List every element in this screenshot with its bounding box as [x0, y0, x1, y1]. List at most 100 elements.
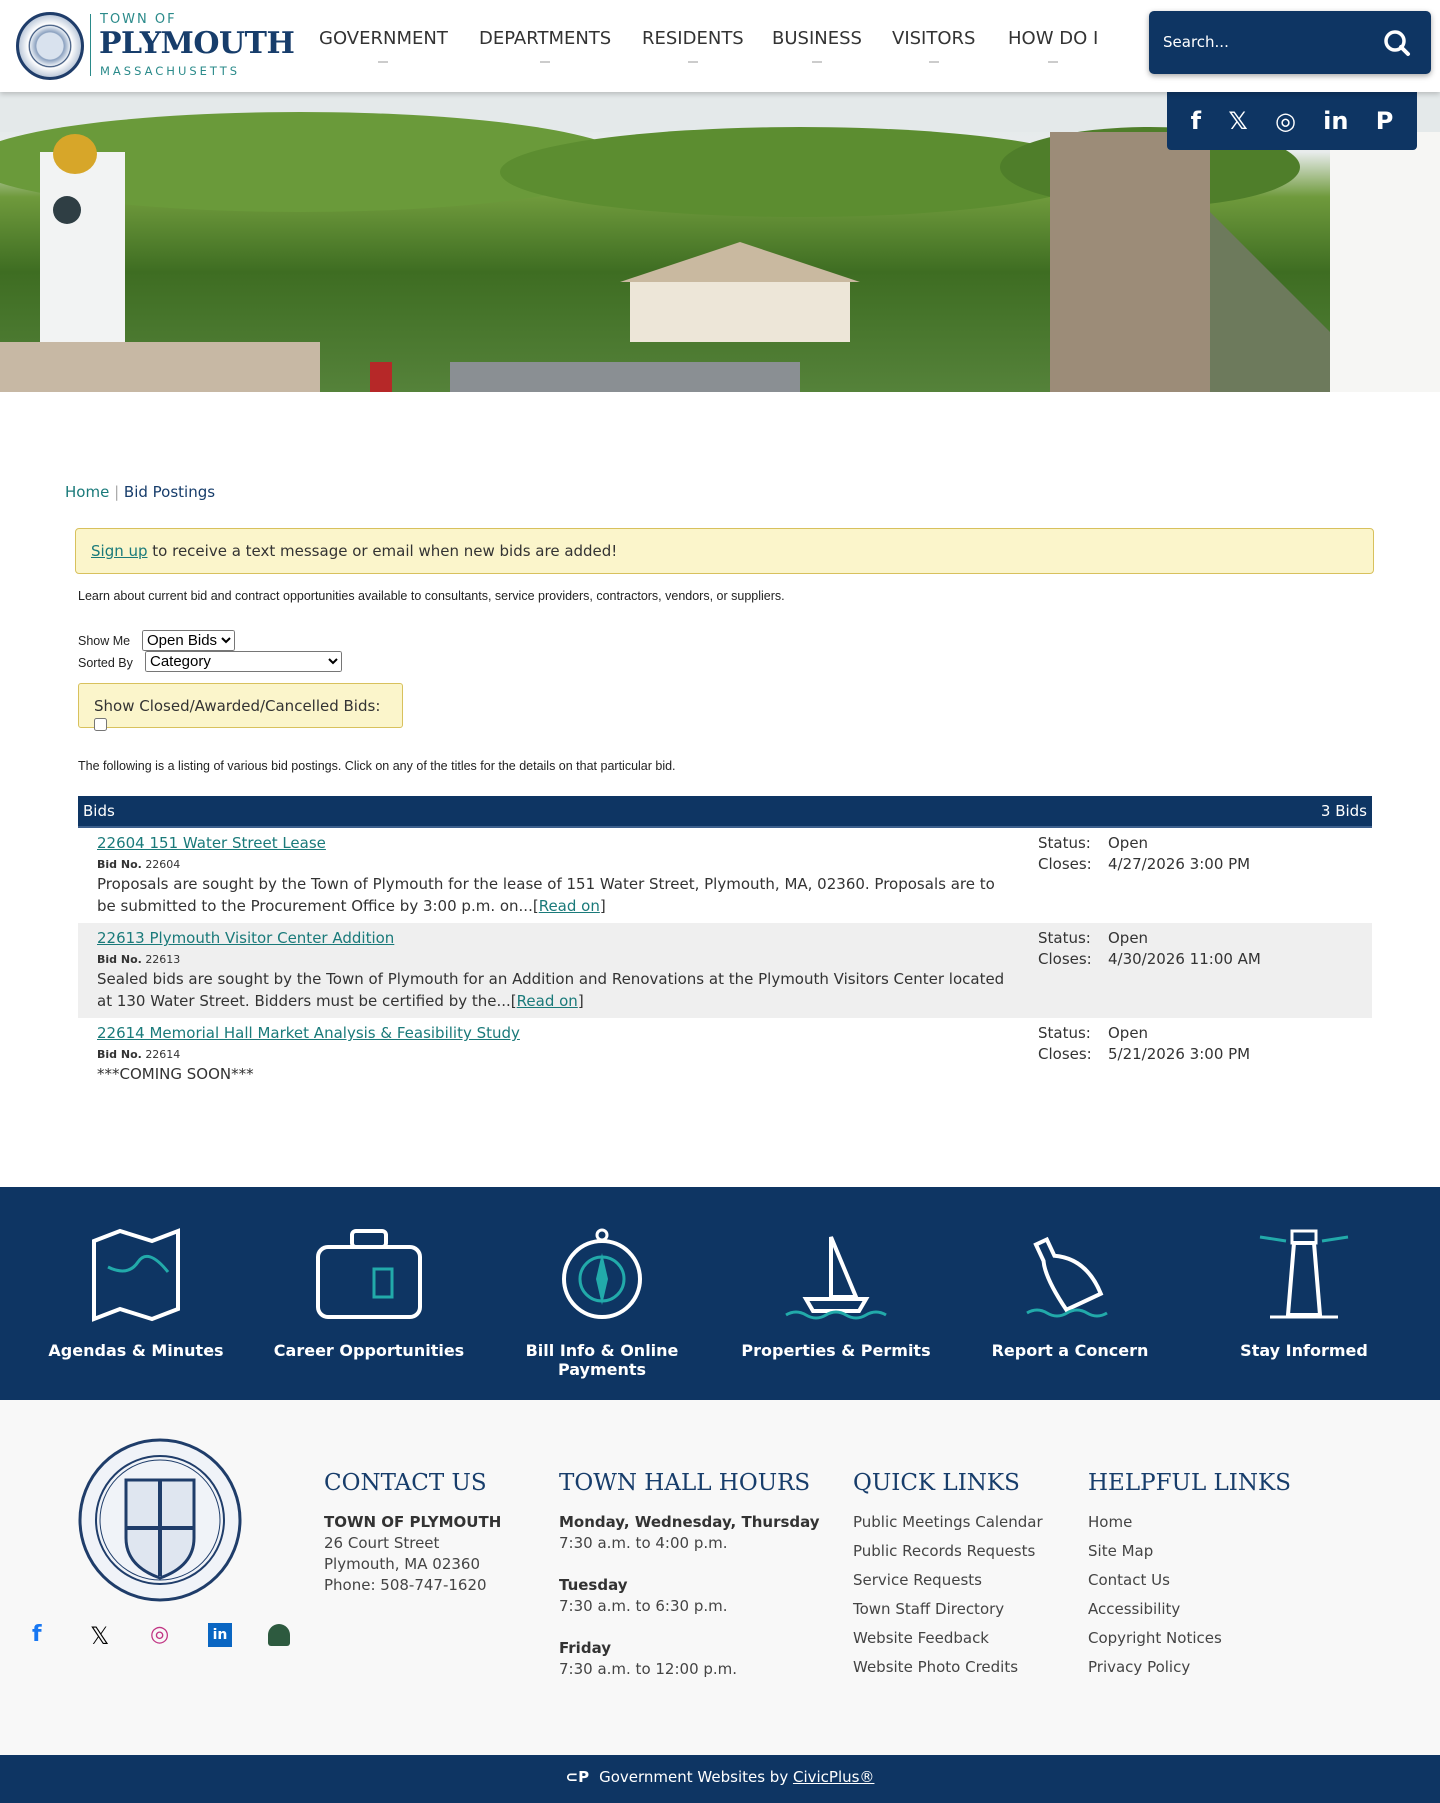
footer-plymouth-app-icon[interactable] [268, 1624, 290, 1646]
bid-title-link[interactable]: 22613 Plymouth Visitor Center Addition [97, 929, 394, 947]
footer-link[interactable]: Public Meetings Calendar [853, 1512, 1043, 1533]
contact-info: TOWN OF PLYMOUTH 26 Court Street Plymout… [324, 1512, 501, 1596]
show-closed-box: Show Closed/Awarded/Cancelled Bids: [78, 683, 403, 731]
compass-icon [562, 1228, 642, 1319]
footer-facebook-icon[interactable]: f [32, 1622, 42, 1647]
footer-link[interactable]: Site Map [1088, 1541, 1222, 1562]
footer-link[interactable]: Website Photo Credits [853, 1657, 1043, 1678]
show-me-select[interactable]: Open Bids [142, 630, 235, 651]
quick-link-careers[interactable]: Career Opportunities [254, 1227, 484, 1360]
bids-header: Bids 3 Bids [78, 796, 1372, 828]
civicplus-link[interactable]: CivicPlus® [793, 1768, 874, 1786]
site-header: TOWN OF PLYMOUTH MASSACHUSETTS GOVERNMEN… [0, 0, 1440, 92]
bid-description: ***COMING SOON*** [97, 1065, 254, 1083]
search-icon[interactable] [1383, 29, 1411, 57]
show-closed-checkbox[interactable] [94, 718, 107, 731]
footer-link[interactable]: Public Records Requests [853, 1541, 1043, 1562]
footer-link[interactable]: Accessibility [1088, 1599, 1222, 1620]
bids-heading: Bids [83, 802, 115, 820]
bid-title-link[interactable]: 22614 Memorial Hall Market Analysis & Fe… [97, 1024, 520, 1042]
message-bottle-icon [1026, 1236, 1108, 1318]
logo-plymouth[interactable]: PLYMOUTH [99, 26, 295, 61]
lighthouse-icon [1259, 1229, 1349, 1319]
footer-link[interactable]: Home [1088, 1512, 1222, 1533]
footer-linkedin-icon[interactable]: in [208, 1623, 232, 1647]
quick-link-agendas[interactable]: Agendas & Minutes [21, 1227, 251, 1360]
quick-links-list: Public Meetings Calendar Public Records … [853, 1512, 1043, 1686]
bid-row: 22614 Memorial Hall Market Analysis & Fe… [78, 1018, 1372, 1113]
contact-name: TOWN OF PLYMOUTH [324, 1513, 502, 1531]
x-twitter-icon[interactable]: 𝕏 [1228, 107, 1247, 135]
town-seal-logo[interactable] [16, 12, 84, 80]
sorted-by-label: Sorted By [78, 656, 133, 670]
footer-link[interactable]: Copyright Notices [1088, 1628, 1222, 1649]
contact-city: Plymouth, MA 02360 [324, 1555, 480, 1573]
quick-links-heading: QUICK LINKS [853, 1470, 1020, 1496]
breadcrumb: Home | Bid Postings [65, 483, 216, 501]
contact-phone: Phone: 508-747-1620 [324, 1576, 487, 1594]
read-on-link[interactable]: Read on [517, 992, 578, 1010]
bid-title-link[interactable]: 22604 151 Water Street Lease [97, 834, 326, 852]
footer-link[interactable]: Service Requests [853, 1570, 1043, 1591]
quick-link-properties[interactable]: Properties & Permits [721, 1227, 951, 1360]
logo-town-of: TOWN OF [100, 12, 177, 27]
footer-link[interactable]: Website Feedback [853, 1628, 1043, 1649]
footer-link[interactable]: Privacy Policy [1088, 1657, 1222, 1678]
show-closed-label: Show Closed/Awarded/Cancelled Bids: [94, 697, 381, 715]
helpful-links-heading: HELPFUL LINKS [1088, 1470, 1291, 1496]
quick-links-band: Agendas & Minutes Career Opportunities B… [0, 1187, 1440, 1400]
helpful-links-list: Home Site Map Contact Us Accessibility C… [1088, 1512, 1222, 1686]
breadcrumb-current: Bid Postings [123, 483, 216, 501]
hours-info: Monday, Wednesday, Thursday 7:30 a.m. to … [559, 1513, 820, 1678]
show-me-label: Show Me [78, 634, 131, 648]
search-box [1149, 11, 1431, 74]
intro-text: Learn about current bid and contract opp… [78, 589, 785, 603]
search-input[interactable] [1163, 29, 1363, 55]
bid-row: 22604 151 Water Street Lease Bid No. 226… [78, 828, 1372, 923]
nav-departments[interactable]: DEPARTMENTS [479, 28, 611, 63]
nav-label: BUSINESS [772, 28, 862, 49]
quick-link-report-concern[interactable]: Report a Concern [955, 1227, 1185, 1360]
suitcase-icon [316, 1229, 422, 1319]
quick-link-stay-informed[interactable]: Stay Informed [1189, 1227, 1419, 1360]
signup-notice: Sign up to receive a text message or ema… [75, 528, 1374, 574]
footer-link[interactable]: Contact Us [1088, 1570, 1222, 1591]
town-seal-image [78, 1438, 242, 1602]
breadcrumb-home[interactable]: Home [65, 483, 109, 501]
contact-street: 26 Court Street [324, 1534, 440, 1552]
sailboat-icon [785, 1236, 887, 1320]
signup-link[interactable]: Sign up [91, 542, 148, 560]
contact-heading: CONTACT US [324, 1470, 487, 1496]
sorted-by-select[interactable]: Category [145, 651, 342, 672]
nav-label: DEPARTMENTS [479, 28, 612, 49]
bottom-bar: ⊂P Government Websites by CivicPlus® [0, 1755, 1440, 1803]
bid-row: 22613 Plymouth Visitor Center Addition B… [78, 923, 1372, 1018]
nav-residents[interactable]: RESIDENTS [642, 28, 744, 63]
nav-business[interactable]: BUSINESS [772, 28, 862, 63]
footer-instagram-icon[interactable]: ◎ [150, 1622, 169, 1647]
logo-divider [90, 14, 91, 76]
bid-status: Status: Open Closes: 5/21/2026 3:00 PM [1038, 1024, 1251, 1063]
nav-label: HOW DO I [1008, 28, 1099, 49]
bid-status: Status: Open Closes: 4/30/2026 11:00 AM [1038, 929, 1261, 968]
nav-government[interactable]: GOVERNMENT [319, 28, 448, 63]
listing-note: The following is a listing of various bi… [78, 759, 676, 773]
footer-x-icon[interactable]: 𝕏 [90, 1622, 109, 1650]
bids-count: 3 Bids [1320, 802, 1367, 820]
plymouth-p-icon[interactable]: P [1376, 107, 1394, 135]
quick-link-bill-pay[interactable]: Bill Info & Online Payments [487, 1227, 717, 1379]
header-social-bar: f 𝕏 ◎ in P [1167, 92, 1417, 150]
nav-label: GOVERNMENT [319, 28, 448, 49]
civicplus-icon: ⊂P [565, 1768, 590, 1786]
bid-description: Sealed bids are sought by the Town of Pl… [97, 970, 1005, 1010]
signup-text: to receive a text message or email when … [147, 542, 618, 560]
instagram-icon[interactable]: ◎ [1275, 107, 1296, 135]
site-footer: f 𝕏 ◎ in CONTACT US TOWN OF PLYMOUTH 26 … [0, 1400, 1440, 1755]
read-on-link[interactable]: Read on [539, 897, 600, 915]
linkedin-icon[interactable]: in [1323, 107, 1348, 135]
logo-massachusetts: MASSACHUSETTS [100, 64, 241, 78]
facebook-icon[interactable]: f [1191, 107, 1201, 135]
footer-link[interactable]: Town Staff Directory [853, 1599, 1043, 1620]
nav-how-do-i[interactable]: HOW DO I [1008, 28, 1098, 63]
nav-visitors[interactable]: VISITORS [892, 28, 975, 63]
